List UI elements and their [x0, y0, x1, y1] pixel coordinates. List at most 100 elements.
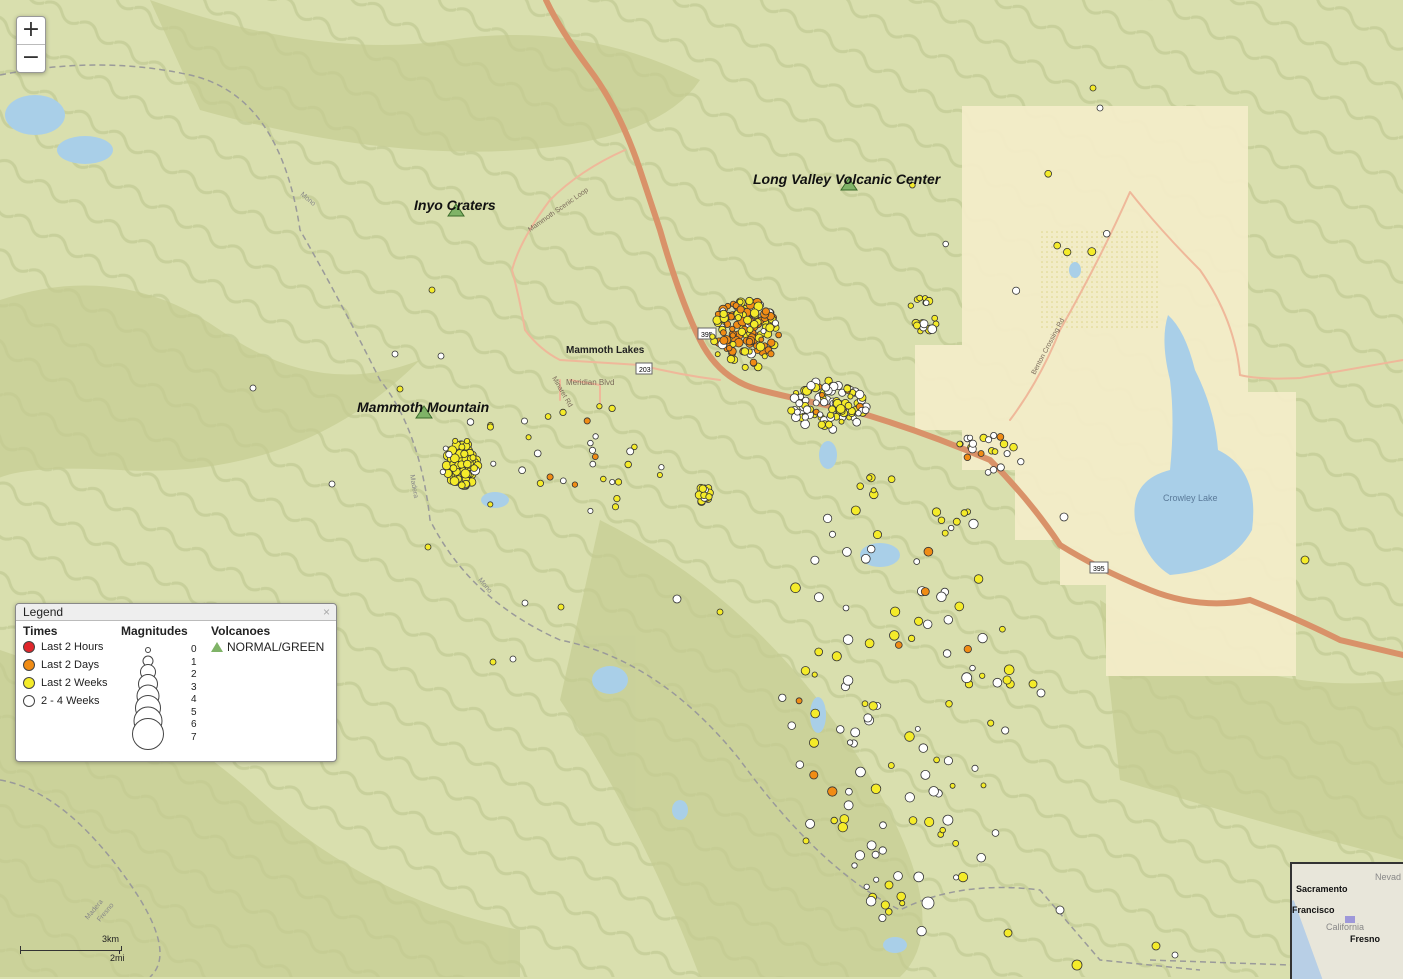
- earthquake-marker[interactable]: [521, 599, 529, 607]
- earthquake-marker[interactable]: [613, 494, 621, 503]
- earthquake-marker[interactable]: [544, 413, 552, 420]
- earthquake-marker[interactable]: [996, 463, 1005, 472]
- earthquake-marker[interactable]: [509, 655, 517, 663]
- earthquake-marker[interactable]: [656, 471, 663, 478]
- earthquake-marker[interactable]: [1102, 229, 1111, 238]
- earthquake-marker[interactable]: [867, 544, 876, 554]
- earthquake-marker[interactable]: [878, 846, 887, 855]
- earthquake-marker[interactable]: [806, 381, 816, 391]
- earthquake-marker[interactable]: [726, 345, 733, 352]
- earthquake-marker[interactable]: [887, 475, 896, 484]
- earthquake-marker[interactable]: [812, 399, 820, 407]
- earthquake-marker[interactable]: [819, 391, 826, 398]
- earthquake-marker[interactable]: [973, 574, 984, 584]
- earthquake-marker[interactable]: [977, 450, 985, 457]
- earthquake-marker[interactable]: [487, 501, 494, 508]
- earthquake-marker[interactable]: [821, 382, 831, 392]
- earthquake-marker[interactable]: [919, 319, 929, 329]
- earthquake-marker[interactable]: [939, 826, 946, 834]
- earthquake-marker[interactable]: [913, 871, 924, 883]
- earthquake-marker[interactable]: [887, 762, 895, 769]
- earthquake-marker[interactable]: [923, 619, 933, 630]
- earthquake-marker[interactable]: [948, 524, 955, 532]
- earthquake-marker[interactable]: [249, 384, 257, 392]
- earthquake-marker[interactable]: [844, 401, 853, 410]
- earthquake-marker[interactable]: [755, 342, 766, 352]
- overview-inset-map[interactable]: Sacramento Francisco California Fresno N…: [1290, 862, 1403, 979]
- earthquake-marker[interactable]: [726, 354, 736, 364]
- earthquake-marker[interactable]: [963, 644, 972, 654]
- earthquake-marker[interactable]: [705, 493, 713, 501]
- earthquake-marker[interactable]: [810, 555, 820, 565]
- earthquake-marker[interactable]: [596, 403, 603, 410]
- earthquake-marker[interactable]: [1071, 959, 1083, 971]
- earthquake-marker[interactable]: [923, 546, 934, 557]
- earthquake-marker[interactable]: [866, 474, 873, 481]
- earthquake-marker[interactable]: [971, 764, 979, 772]
- earthquake-marker[interactable]: [916, 925, 927, 937]
- earthquake-marker[interactable]: [868, 701, 878, 711]
- earthquake-marker[interactable]: [518, 466, 526, 475]
- earthquake-marker[interactable]: [734, 314, 742, 322]
- earthquake-marker[interactable]: [842, 634, 854, 645]
- earthquake-marker[interactable]: [449, 464, 458, 472]
- earthquake-marker[interactable]: [864, 638, 875, 649]
- earthquake-marker[interactable]: [737, 327, 747, 336]
- earthquake-marker[interactable]: [802, 405, 812, 414]
- earthquake-marker[interactable]: [592, 433, 599, 440]
- earthquake-marker[interactable]: [439, 468, 446, 475]
- earthquake-marker[interactable]: [716, 608, 724, 616]
- earthquake-marker[interactable]: [778, 693, 787, 702]
- earthquake-marker[interactable]: [907, 634, 916, 643]
- earthquake-marker[interactable]: [749, 308, 760, 318]
- zoom-in-button[interactable]: +: [17, 17, 45, 44]
- earthquake-marker[interactable]: [810, 708, 820, 719]
- earthquake-marker[interactable]: [920, 587, 930, 596]
- earthquake-marker[interactable]: [445, 450, 453, 458]
- earthquake-marker[interactable]: [557, 603, 565, 611]
- earthquake-marker[interactable]: [855, 766, 866, 778]
- earthquake-marker[interactable]: [589, 446, 597, 454]
- earthquake-marker[interactable]: [979, 672, 986, 679]
- earthquake-marker[interactable]: [658, 464, 665, 471]
- earthquake-marker[interactable]: [987, 719, 995, 727]
- earthquake-marker[interactable]: [856, 482, 864, 490]
- earthquake-marker[interactable]: [838, 418, 845, 425]
- earthquake-marker[interactable]: [1063, 248, 1072, 257]
- earthquake-marker[interactable]: [328, 480, 336, 488]
- earthquake-marker[interactable]: [878, 914, 887, 923]
- earthquake-marker[interactable]: [1017, 458, 1025, 466]
- earthquake-marker[interactable]: [587, 439, 594, 447]
- earthquake-marker[interactable]: [1003, 450, 1011, 458]
- earthquake-marker[interactable]: [729, 332, 736, 339]
- earthquake-marker[interactable]: [968, 439, 977, 448]
- earthquake-marker[interactable]: [489, 658, 497, 666]
- earthquake-marker[interactable]: [441, 460, 452, 471]
- earthquake-marker[interactable]: [437, 352, 445, 360]
- earthquake-marker[interactable]: [836, 725, 845, 734]
- earthquake-marker[interactable]: [740, 347, 750, 356]
- earthquake-marker[interactable]: [854, 850, 866, 861]
- earthquake-marker[interactable]: [741, 363, 749, 371]
- earthquake-marker[interactable]: [966, 434, 974, 441]
- earthquake-marker[interactable]: [842, 675, 854, 686]
- earthquake-marker[interactable]: [870, 487, 877, 494]
- earthquake-marker[interactable]: [913, 558, 920, 565]
- earthquake-marker[interactable]: [424, 543, 432, 551]
- earthquake-marker[interactable]: [817, 411, 824, 418]
- earthquake-marker[interactable]: [750, 320, 759, 329]
- earthquake-marker[interactable]: [559, 477, 567, 485]
- earthquake-marker[interactable]: [863, 883, 870, 890]
- earthquake-marker[interactable]: [822, 513, 833, 524]
- earthquake-marker[interactable]: [1053, 241, 1061, 250]
- earthquake-marker[interactable]: [936, 591, 947, 603]
- earthquake-marker[interactable]: [861, 700, 869, 707]
- earthquake-marker[interactable]: [709, 333, 716, 340]
- earthquake-marker[interactable]: [749, 358, 758, 367]
- earthquake-marker[interactable]: [880, 900, 890, 910]
- earthquake-marker[interactable]: [843, 384, 852, 393]
- earthquake-marker[interactable]: [927, 324, 937, 335]
- earthquake-marker[interactable]: [984, 469, 992, 476]
- earthquake-marker[interactable]: [831, 651, 842, 662]
- earthquake-marker[interactable]: [460, 449, 469, 458]
